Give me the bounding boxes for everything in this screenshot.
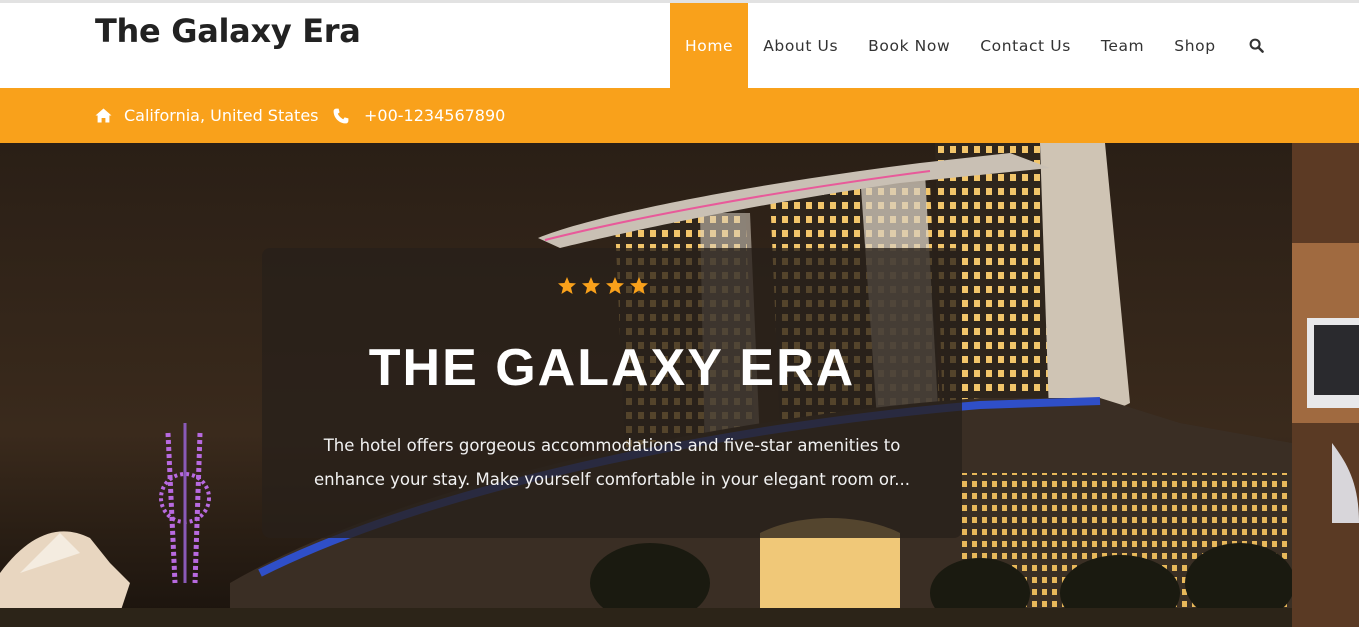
nav-item-shop[interactable]: Shop [1159,3,1230,88]
hero-slider: THE GALAXY ERA The hotel offers gorgeous… [0,143,1292,627]
hero-caption: THE GALAXY ERA The hotel offers gorgeous… [262,248,962,538]
hero-title: THE GALAXY ERA [368,339,856,397]
main-nav: Home About Us Book Now Contact Us Team S… [670,3,1282,88]
location-info: California, United States [95,88,319,143]
next-slide-preview[interactable] [1292,143,1359,627]
nav-item-team[interactable]: Team [1086,3,1159,88]
search-button[interactable] [1231,3,1282,88]
star-icons [558,277,648,294]
nav-item-home[interactable]: Home [670,3,749,88]
nav-item-about-us[interactable]: About Us [748,3,853,88]
nav-item-book-now[interactable]: Book Now [853,3,965,88]
site-header: The Galaxy Era Home About Us Book Now Co… [0,3,1359,88]
location-text: California, United States [124,106,319,125]
next-slide-image [1292,143,1359,627]
phone-icon [333,108,349,123]
phone-info: +00-1234567890 [333,88,505,143]
nav-item-contact-us[interactable]: Contact Us [965,3,1086,88]
phone-text[interactable]: +00-1234567890 [364,106,505,125]
star-rating [262,276,962,300]
home-icon [95,108,112,123]
search-icon [1249,38,1264,53]
site-title[interactable]: The Galaxy Era [95,12,361,50]
contact-info-bar: California, United States +00-1234567890 [0,88,1359,143]
hero-description: The hotel offers gorgeous accommodations… [314,436,910,489]
